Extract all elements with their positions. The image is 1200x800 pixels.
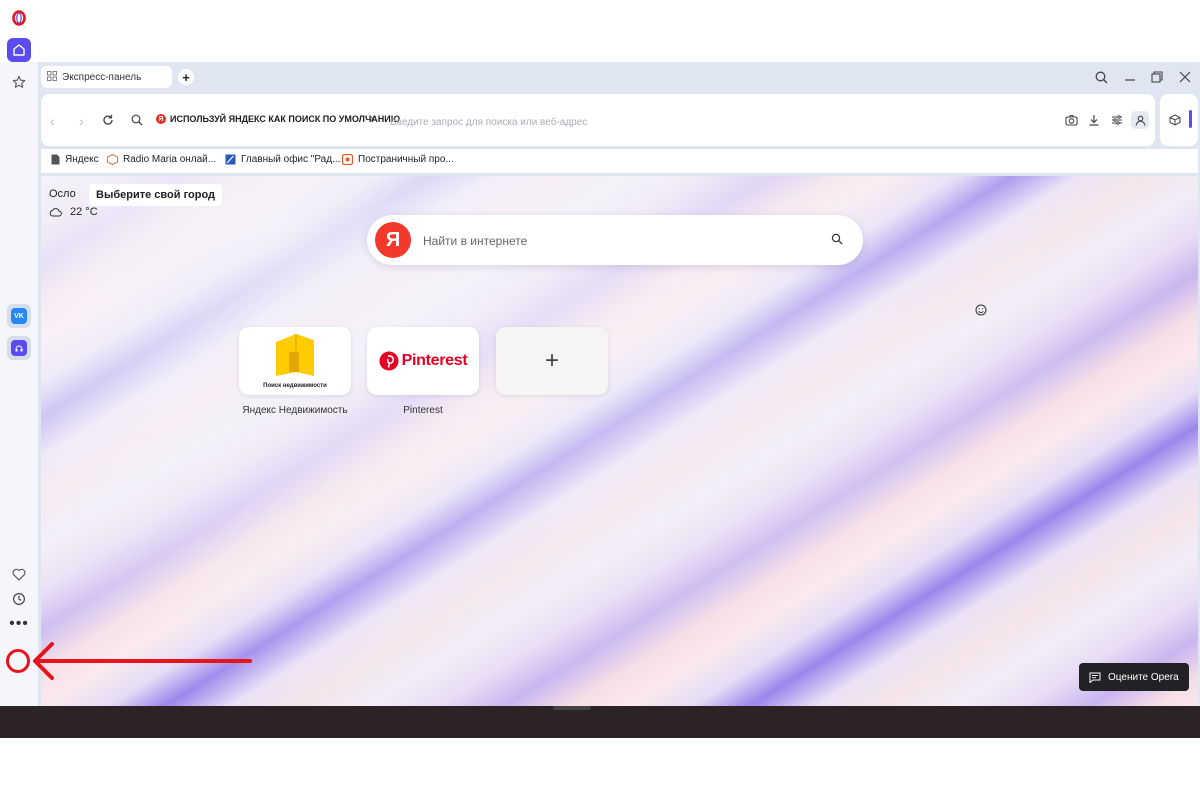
bookmark-yandex[interactable]: Яндекс [51, 154, 99, 165]
bookmark-radio-maria[interactable]: Radio Maria онлай... [107, 154, 216, 165]
reload-icon[interactable] [100, 112, 116, 128]
sidebar-panel-indicator [1189, 110, 1192, 128]
smiley-feedback-icon[interactable] [975, 304, 987, 319]
close-window-icon[interactable] [1176, 68, 1194, 86]
heart-icon[interactable] [7, 562, 31, 586]
new-tab-button[interactable]: + [178, 69, 194, 85]
rate-opera-button[interactable]: Оцените Opera [1079, 663, 1189, 691]
bookmark-label: Radio Maria онлай... [123, 154, 217, 165]
tab-express-panel[interactable]: Экспресс-панель [41, 66, 172, 88]
camera-icon[interactable] [1063, 112, 1079, 128]
yandex-realty-logo-icon [276, 334, 314, 376]
speed-dial-grid-icon [47, 70, 57, 84]
pinterest-logo: Pinterest [367, 351, 479, 371]
bookmark-page-translator[interactable]: Постраничный про... [342, 154, 454, 165]
history-icon[interactable] [7, 587, 31, 611]
yandex-default-search-chip[interactable]: Я ИСПОЛЬЗУЙ ЯНДЕКС КАК ПОИСК ПО УМОЛЧАНИ… [156, 114, 400, 124]
tile-caption: Поиск недвижимости [263, 383, 327, 389]
forward-icon[interactable]: › [79, 113, 84, 129]
choose-city-button[interactable]: Выберите свой город [89, 184, 222, 206]
vk-icon[interactable]: VK [7, 304, 31, 328]
tab-label: Экспресс-панель [62, 71, 142, 83]
home-icon[interactable] [7, 38, 31, 62]
address-bar-input[interactable] [388, 112, 992, 132]
restore-icon[interactable] [1148, 68, 1166, 86]
rate-opera-label: Оцените Opera [1108, 671, 1179, 683]
pinterest-icon [379, 351, 399, 371]
resize-handle[interactable] [553, 706, 591, 710]
annotation-arrow [33, 642, 252, 680]
profile-icon[interactable] [1131, 111, 1149, 129]
yandex-logo-icon: Я [375, 222, 411, 258]
weather-temperature: 22 °C [70, 206, 98, 218]
search-icon [129, 112, 145, 128]
cloud-icon [49, 208, 62, 217]
bookmark-label: Главный офис "Рад... [241, 154, 341, 165]
taskbar [0, 706, 1200, 738]
speed-dial-tile-yandex-realty[interactable]: Поиск недвижимости [239, 327, 351, 395]
add-site-tile-button[interactable]: + [496, 327, 608, 395]
site-favicon-icon [342, 154, 353, 165]
cube-icon [107, 154, 118, 165]
chip-close-icon[interactable]: × [370, 114, 376, 125]
weather-city: Осло [49, 188, 76, 200]
tile-label: Яндекс Недвижимость [242, 405, 348, 416]
site-favicon-icon [225, 154, 236, 165]
back-icon[interactable]: ‹ [50, 113, 55, 129]
extensions-cube-icon[interactable] [1167, 112, 1183, 128]
star-icon[interactable] [7, 70, 31, 94]
bookmark-label: Яндекс [65, 154, 99, 165]
music-player-icon[interactable] [7, 336, 31, 360]
download-icon[interactable] [1086, 112, 1102, 128]
bookmark-main-office[interactable]: Главный офис "Рад... [225, 154, 340, 165]
more-options-icon[interactable]: ••• [7, 612, 31, 636]
yandex-icon: Я [156, 114, 166, 124]
weather-current: 22 °C [49, 206, 98, 218]
speed-dial-tile-pinterest[interactable]: Pinterest [367, 327, 479, 395]
minimize-icon[interactable] [1121, 68, 1139, 86]
feedback-icon [1089, 672, 1101, 683]
vk-logo: VK [11, 308, 27, 324]
easy-setup-icon[interactable] [1109, 112, 1125, 128]
web-search-input[interactable] [421, 231, 805, 251]
annotation-circle [6, 649, 30, 673]
opera-logo-icon[interactable] [7, 6, 31, 30]
tab-search-icon[interactable] [1092, 68, 1110, 86]
tile-label: Pinterest [403, 405, 443, 416]
search-submit-icon[interactable] [831, 232, 843, 250]
bookmark-label: Постраничный про... [358, 154, 454, 165]
document-icon [51, 154, 60, 165]
yandex-search-box: Я [367, 215, 863, 265]
tile-caption: Pinterest [401, 352, 468, 369]
chip-label: ИСПОЛЬЗУЙ ЯНДЕКС КАК ПОИСК ПО УМОЛЧАНИЮ [170, 114, 401, 124]
